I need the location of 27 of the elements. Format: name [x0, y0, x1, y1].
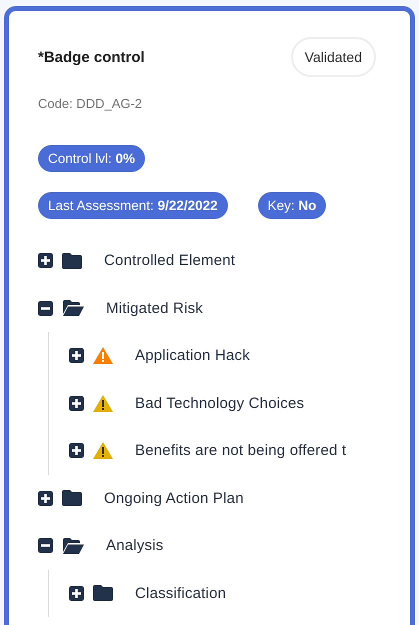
tree-item-label[interactable]: Classification [135, 584, 226, 602]
info-badge: Key: No [258, 192, 326, 219]
info-badge: Control lvl: 0% [38, 145, 146, 172]
folder-icon [62, 252, 82, 269]
status-badge: Validated [290, 37, 376, 77]
expand-icon[interactable] [69, 348, 84, 364]
folder-icon [62, 490, 82, 506]
tree-item-label[interactable]: Ongoing Action Plan [104, 490, 244, 507]
tree-item-label[interactable]: Application Hack [135, 347, 250, 364]
tree-item-label[interactable]: Bad Technology Choices [135, 394, 304, 412]
tree-item-label[interactable]: Analysis [106, 537, 164, 554]
tree-item-label[interactable]: Mitigated Risk [106, 300, 203, 317]
expand-icon[interactable] [69, 396, 84, 411]
code-text: Code: DDD_AG-2 [38, 96, 144, 111]
collapse-icon[interactable] [38, 300, 53, 316]
expand-icon[interactable] [69, 586, 84, 601]
open-folder-icon [62, 300, 84, 316]
card-title: *Badge control [38, 48, 145, 66]
expand-icon[interactable] [38, 490, 53, 506]
folder-icon [93, 585, 113, 602]
info-badge: Last Assessment: 9/22/2022 [38, 192, 228, 219]
tree-item-label[interactable]: Controlled Element [104, 252, 236, 270]
tree-item-label[interactable]: Benefits are not being offered t [135, 442, 346, 460]
collapse-icon[interactable] [38, 538, 53, 554]
open-folder-icon [62, 538, 84, 554]
expand-icon[interactable] [69, 443, 84, 458]
expand-icon[interactable] [38, 253, 53, 268]
